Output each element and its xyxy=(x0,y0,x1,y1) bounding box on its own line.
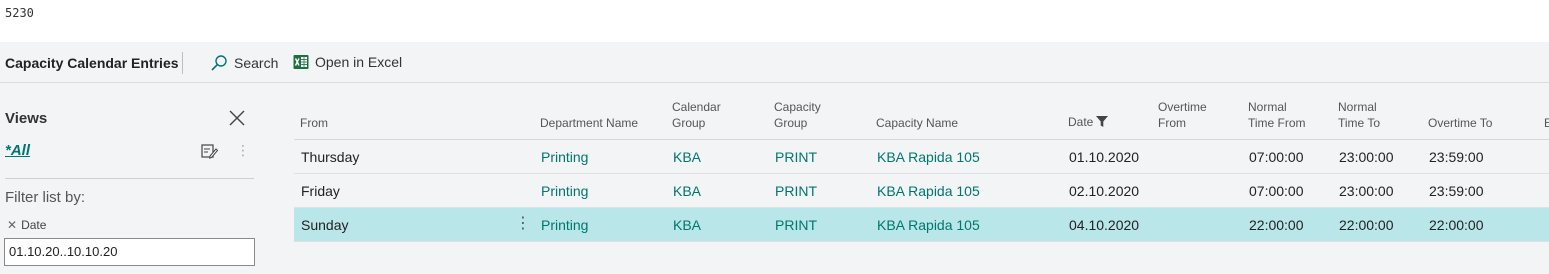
page-title: Capacity Calendar Entries xyxy=(5,55,179,71)
cell-department-name[interactable]: Printing xyxy=(541,183,588,199)
col-header-normal-time-to[interactable]: Normal Time To xyxy=(1338,99,1380,131)
search-button[interactable]: Search xyxy=(210,54,278,72)
row-actions-menu-icon[interactable]: ⋮ xyxy=(515,216,531,232)
action-bar: Capacity Calendar Entries Search Open in… xyxy=(0,42,1549,83)
date-filter-input[interactable]: 01.10.20..10.10.20 xyxy=(4,238,255,266)
list-page: Capacity Calendar Entries Search Open in… xyxy=(0,42,1549,274)
cell-from: Sunday xyxy=(301,217,349,233)
cell-date: 02.10.2020 xyxy=(1069,183,1140,199)
cell-capacity-group[interactable]: PRINT xyxy=(775,149,817,165)
cell-department-name[interactable]: Printing xyxy=(541,149,588,165)
col-header-normal-time-from[interactable]: Normal Time From xyxy=(1248,99,1306,131)
cell-capacity-name[interactable]: KBA Rapida 105 xyxy=(877,149,980,165)
cell-calendar-group[interactable]: KBA xyxy=(673,217,701,233)
cell-capacity-group[interactable]: PRINT xyxy=(775,183,817,199)
views-title: Views xyxy=(5,110,48,127)
close-icon xyxy=(229,110,245,126)
table-row[interactable]: Friday Printing KBA PRINT KBA Rapida 105… xyxy=(294,174,1549,208)
col-header-capacity-group[interactable]: Capacity Group xyxy=(774,99,821,131)
save-edit-icon xyxy=(201,144,219,159)
cell-overtime-to: 23:59:00 xyxy=(1429,183,1484,199)
cell-normal-time-from: 07:00:00 xyxy=(1249,183,1304,199)
cell-normal-time-to: 23:00:00 xyxy=(1339,183,1394,199)
table-header: From Department Name Calendar Group Capac… xyxy=(294,83,1549,140)
search-button-label: Search xyxy=(234,55,279,71)
view-more-options-icon[interactable]: ⋮ xyxy=(236,143,250,157)
filter-icon xyxy=(1096,115,1109,131)
col-header-date[interactable]: Date xyxy=(1068,114,1109,131)
cell-capacity-name[interactable]: KBA Rapida 105 xyxy=(877,217,980,233)
action-bar-divider xyxy=(182,52,183,74)
col-header-department-name[interactable]: Department Name xyxy=(540,115,638,131)
cell-overtime-to: 23:59:00 xyxy=(1429,149,1484,165)
cell-normal-time-to: 23:00:00 xyxy=(1339,149,1394,165)
views-pane: Views *All ⋮ Filter list by: ✕ Date 01.1… xyxy=(0,83,260,274)
cell-normal-time-from: 22:00:00 xyxy=(1249,217,1304,233)
excel-icon xyxy=(293,54,309,70)
cell-overtime-to: 22:00:00 xyxy=(1429,217,1484,233)
table-row[interactable]: Thursday Printing KBA PRINT KBA Rapida 1… xyxy=(294,140,1549,174)
cell-date: 04.10.2020 xyxy=(1069,217,1140,233)
views-divider xyxy=(5,178,254,179)
view-all-link[interactable]: *All xyxy=(5,142,30,159)
open-in-excel-button[interactable]: Open in Excel xyxy=(293,54,402,70)
edit-view-button[interactable] xyxy=(201,143,219,164)
close-views-button[interactable] xyxy=(228,109,246,127)
cell-date: 01.10.2020 xyxy=(1069,149,1140,165)
filter-chip-date[interactable]: ✕ Date xyxy=(7,218,46,232)
col-header-overtime-from[interactable]: Overtime From xyxy=(1158,99,1207,131)
cell-from: Thursday xyxy=(301,149,360,165)
record-id: 5230 xyxy=(5,6,34,20)
cell-capacity-group[interactable]: PRINT xyxy=(775,217,817,233)
cell-capacity-name[interactable]: KBA Rapida 105 xyxy=(877,183,980,199)
filter-list-label: Filter list by: xyxy=(5,189,86,206)
cell-normal-time-to: 22:00:00 xyxy=(1339,217,1394,233)
open-in-excel-label: Open in Excel xyxy=(315,54,403,70)
col-header-overtime-to[interactable]: Overtime To xyxy=(1428,115,1492,131)
cell-department-name[interactable]: Printing xyxy=(541,217,588,233)
col-header-calendar-group[interactable]: Calendar Group xyxy=(672,99,721,131)
cell-normal-time-from: 07:00:00 xyxy=(1249,149,1304,165)
remove-filter-icon[interactable]: ✕ xyxy=(7,218,17,232)
search-icon xyxy=(210,54,228,72)
cell-calendar-group[interactable]: KBA xyxy=(673,183,701,199)
filter-field-label: Date xyxy=(21,218,47,232)
table-row-selected[interactable]: Sunday ⋮ Printing KBA PRINT KBA Rapida 1… xyxy=(294,208,1549,242)
col-header-e-truncated[interactable]: E xyxy=(1544,115,1549,131)
col-header-capacity-name[interactable]: Capacity Name xyxy=(876,115,958,131)
cell-from: Friday xyxy=(301,183,340,199)
cell-calendar-group[interactable]: KBA xyxy=(673,149,701,165)
col-header-from[interactable]: From xyxy=(300,115,328,131)
